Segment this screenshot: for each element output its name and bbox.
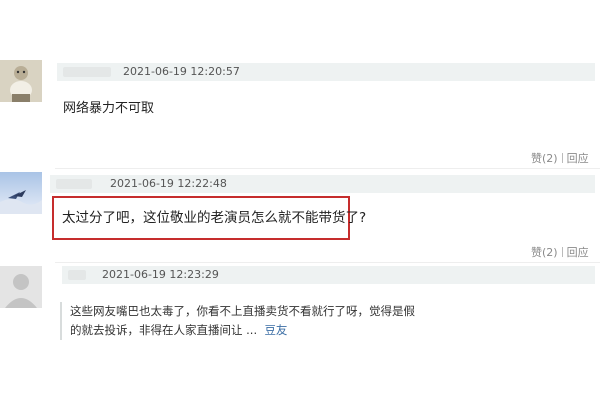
comment-item: 2021-06-19 12:23:29 这些网友嘴巴也太毒了，你看不上直播卖货不… (0, 262, 600, 400)
quote-line: 这些网友嘴巴也太毒了，你看不上直播卖货不看就行了呀，觉得是假 (70, 304, 415, 318)
reply-button[interactable]: 回应 (567, 152, 589, 165)
avatar-image-icon (0, 172, 42, 214)
comment-actions: 赞(2) 回应 (531, 244, 589, 260)
username-redacted (56, 179, 92, 189)
comment-meta-bar: 2021-06-19 12:23:29 (62, 266, 595, 284)
comment-meta-bar: 2021-06-19 12:22:48 (50, 175, 595, 193)
like-button[interactable]: 赞(2) (531, 152, 558, 165)
reply-button[interactable]: 回应 (567, 246, 589, 259)
quote-source-link[interactable]: 豆友 (264, 323, 287, 337)
comment-divider (55, 168, 600, 169)
comment-text: 网络暴力不可取 (63, 101, 155, 116)
comment-meta-bar: 2021-06-19 12:20:57 (57, 63, 595, 81)
like-label: 赞 (531, 246, 542, 259)
action-separator (561, 247, 563, 257)
action-separator (561, 153, 563, 163)
comment-item: 2021-06-19 12:22:48 太过分了吧，这位敬业的老演员怎么就不能带… (0, 170, 600, 265)
avatar[interactable] (0, 266, 42, 308)
comment-timestamp: 2021-06-19 12:20:57 (123, 65, 240, 78)
avatar-image-icon (0, 60, 42, 102)
comment-timestamp: 2021-06-19 12:22:48 (110, 177, 227, 190)
like-count: (2) (542, 246, 558, 259)
avatar[interactable] (0, 60, 42, 102)
default-avatar-icon (0, 266, 42, 308)
comment-timestamp: 2021-06-19 12:23:29 (102, 268, 219, 281)
like-button[interactable]: 赞(2) (531, 246, 558, 259)
avatar[interactable] (0, 172, 42, 214)
like-label: 赞 (531, 152, 542, 165)
username-redacted (68, 270, 86, 280)
like-count: (2) (542, 152, 558, 165)
username-redacted (63, 67, 111, 77)
comment-text: 太过分了吧，这位敬业的老演员怎么就不能带货了? (62, 210, 367, 226)
comment-item: 2021-06-19 12:20:57 网络暴力不可取 赞(2) 回应 (0, 0, 600, 170)
comment-thread: 2021-06-19 12:20:57 网络暴力不可取 赞(2) 回应 2021… (0, 0, 600, 400)
reply-quote: 这些网友嘴巴也太毒了，你看不上直播卖货不看就行了呀，觉得是假 的就去投诉，非得在… (60, 302, 450, 340)
quote-line: 的就去投诉，非得在人家直播间让 ... 豆友 (70, 321, 450, 340)
quote-text: 的就去投诉，非得在人家直播间让 ... (70, 323, 258, 337)
comment-actions: 赞(2) 回应 (531, 150, 589, 166)
